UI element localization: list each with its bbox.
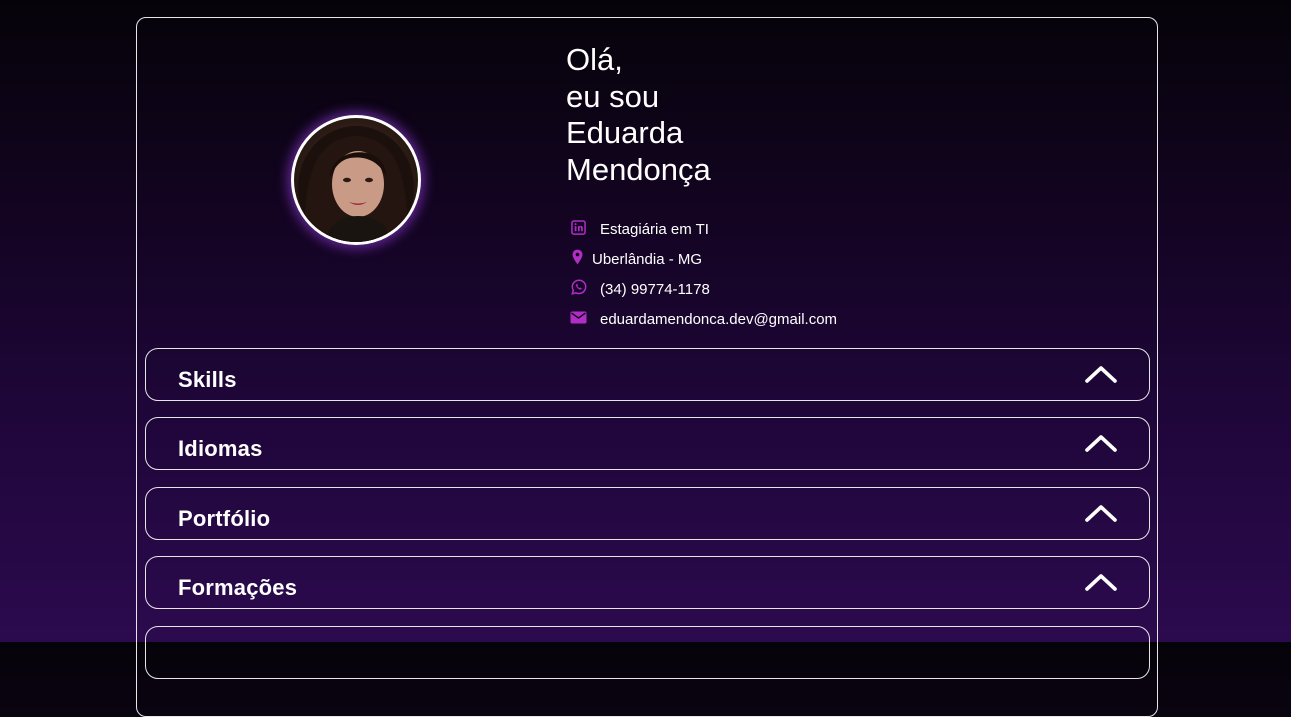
section-title: Portfólio: [178, 506, 271, 531]
chevron-up-icon[interactable]: [1085, 572, 1117, 592]
mail-icon[interactable]: [570, 309, 587, 326]
contact-item-email[interactable]: eduardamendonca.dev@gmail.com: [570, 304, 837, 334]
section-title: Formações: [178, 575, 298, 600]
section-formacoes[interactable]: Formações: [145, 556, 1150, 609]
chevron-up-icon[interactable]: [1085, 364, 1117, 384]
contact-item-phone[interactable]: (34) 99774-1178: [570, 274, 837, 304]
greeting-line: Olá,: [566, 42, 623, 77]
section-skills[interactable]: Skills: [145, 348, 1150, 401]
chevron-up-icon[interactable]: [1085, 433, 1117, 453]
chevron-up-icon[interactable]: [1085, 503, 1117, 523]
name-first: Eduarda: [566, 115, 684, 150]
contact-item-role[interactable]: Estagiária em TI: [570, 214, 837, 244]
whatsapp-icon[interactable]: [570, 279, 587, 296]
greeting-heading: Olá, eu sou Eduarda Mendonça: [566, 42, 711, 188]
contact-item-location: Uberlândia - MG: [570, 244, 837, 274]
section-idiomas[interactable]: Idiomas: [145, 417, 1150, 470]
profile-photo: [298, 126, 414, 242]
contact-phone-text: (34) 99774-1178: [600, 280, 710, 298]
contact-email-text: eduardamendonca.dev@gmail.com: [600, 310, 838, 328]
section-next[interactable]: [145, 626, 1150, 679]
contact-role-text: Estagiária em TI: [600, 220, 709, 238]
section-portfolio[interactable]: Portfólio: [145, 487, 1150, 540]
contact-list: Estagiária em TI Uberlândia - MG (34) 99…: [570, 214, 837, 334]
contact-location-text: Uberlândia - MG: [592, 250, 703, 268]
section-title: Skills: [178, 367, 237, 392]
profile-card: Olá, eu sou Eduarda Mendonça Estagiária …: [136, 17, 1158, 717]
greeting-line: eu sou: [566, 78, 660, 114]
linkedin-icon[interactable]: [570, 219, 587, 236]
section-title: Idiomas: [178, 436, 263, 461]
name-last: Mendonça: [566, 151, 711, 187]
location-pin-icon: [570, 249, 584, 266]
avatar: [291, 115, 421, 245]
